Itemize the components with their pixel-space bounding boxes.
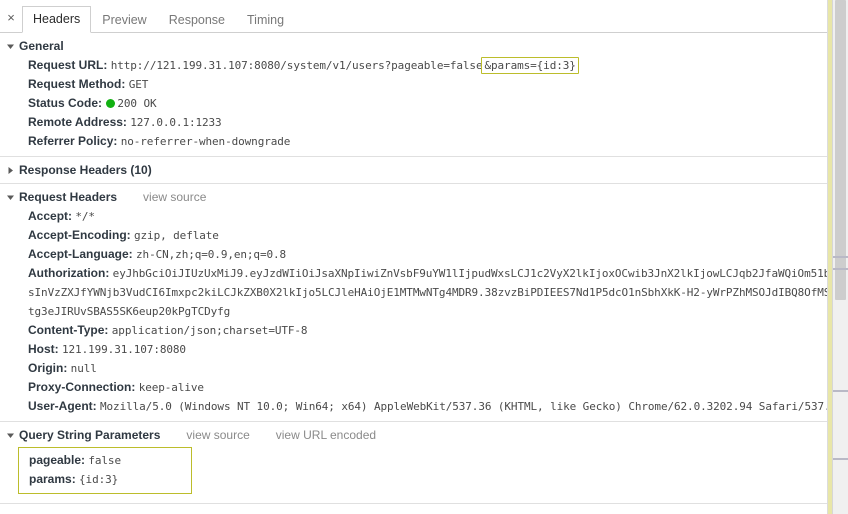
request-method-key: Request Method: <box>28 77 126 91</box>
section-response-headers-title: Response Headers (10) <box>19 163 152 177</box>
row-status-code: Status Code: 200 OK <box>0 94 848 113</box>
param-pageable-key: pageable: <box>29 453 86 467</box>
row-referrer-policy: Referrer Policy: no-referrer-when-downgr… <box>0 132 848 151</box>
user-agent-key: User-Agent: <box>28 399 97 413</box>
param-params-value: {id:3} <box>79 473 119 486</box>
close-icon[interactable]: × <box>0 4 22 30</box>
status-code-key: Status Code: <box>28 96 103 110</box>
referrer-policy-value: no-referrer-when-downgrade <box>120 135 291 148</box>
param-params-key: params: <box>29 472 76 486</box>
content-type-value: application/json;charset=UTF-8 <box>111 324 308 337</box>
tab-response[interactable]: Response <box>158 7 236 33</box>
row-remote-address: Remote Address: 127.0.0.1:1233 <box>0 113 848 132</box>
row-request-method: Request Method: GET <box>0 75 848 94</box>
section-request-headers-title: Request Headers <box>19 190 118 204</box>
request-url-value[interactable]: http://121.199.31.107:8080/system/v1/use… <box>111 59 483 72</box>
origin-value: null <box>70 362 97 375</box>
triangle-down-icon <box>6 431 15 440</box>
accept-language-value: zh-CN,zh;q=0.9,en;q=0.8 <box>136 248 287 261</box>
panel-tab-bar: × Headers Preview Response Timing <box>0 0 848 33</box>
proxy-connection-key: Proxy-Connection: <box>28 380 136 394</box>
query-params-highlight-box: pageable: false params: {id:3} <box>18 447 192 494</box>
param-pageable-value: false <box>88 454 121 467</box>
triangle-down-icon <box>6 193 15 202</box>
view-source-link-request-headers[interactable]: view source <box>143 189 206 205</box>
referrer-policy-key: Referrer Policy: <box>28 134 118 148</box>
authorization-value: eyJhbGciOiJIUzUxMiJ9.eyJzdWIiOiJsaXNpIiw… <box>28 267 844 318</box>
section-response-headers: Response Headers (10) <box>0 157 848 184</box>
row-accept: Accept: */* <box>0 207 848 226</box>
row-user-agent: User-Agent: Mozilla/5.0 (Windows NT 10.0… <box>0 397 848 416</box>
authorization-key: Authorization: <box>28 266 110 280</box>
headers-content: General Request URL: http://121.199.31.1… <box>0 33 848 514</box>
proxy-connection-value: keep-alive <box>138 381 204 394</box>
row-authorization: Authorization: eyJhbGciOiJIUzUxMiJ9.eyJz… <box>0 264 848 321</box>
tab-timing[interactable]: Timing <box>236 7 295 33</box>
section-query-string-parameters-header[interactable]: Query String Parameters view source view… <box>0 426 848 444</box>
section-response-headers-header[interactable]: Response Headers (10) <box>0 161 848 179</box>
section-general: General Request URL: http://121.199.31.1… <box>0 33 848 157</box>
view-source-link-query-params[interactable]: view source <box>186 427 249 443</box>
remote-address-key: Remote Address: <box>28 115 127 129</box>
row-proxy-connection: Proxy-Connection: keep-alive <box>0 378 848 397</box>
request-method-value: GET <box>128 78 149 91</box>
row-content-type: Content-Type: application/json;charset=U… <box>0 321 848 340</box>
section-query-string-parameters-title: Query String Parameters <box>19 428 161 442</box>
request-url-highlight[interactable]: &params={id:3} <box>481 57 579 74</box>
host-value: 121.199.31.107:8080 <box>62 343 186 356</box>
vertical-scrollbar[interactable] <box>832 0 848 514</box>
section-request-headers-header[interactable]: Request Headers view source <box>0 188 848 206</box>
row-origin: Origin: null <box>0 359 848 378</box>
accept-encoding-value: gzip, deflate <box>134 229 219 242</box>
triangle-right-icon <box>6 166 15 175</box>
section-general-header[interactable]: General <box>0 37 848 55</box>
row-host: Host: 121.199.31.107:8080 <box>0 340 848 359</box>
row-param-pageable: pageable: false <box>29 451 169 470</box>
remote-address-value: 127.0.0.1:1233 <box>130 116 222 129</box>
triangle-down-icon <box>6 42 15 51</box>
row-accept-encoding: Accept-Encoding: gzip, deflate <box>0 226 848 245</box>
row-accept-language: Accept-Language: zh-CN,zh;q=0.9,en;q=0.8 <box>0 245 848 264</box>
request-url-key: Request URL: <box>28 58 108 72</box>
tab-headers[interactable]: Headers <box>22 6 92 33</box>
status-code-value: 200 OK <box>117 97 157 110</box>
tab-preview[interactable]: Preview <box>91 7 157 33</box>
row-request-url: Request URL: http://121.199.31.107:8080/… <box>0 56 848 75</box>
status-ok-icon <box>106 99 116 108</box>
accept-key: Accept: <box>28 209 73 223</box>
section-request-headers: Request Headers view source Accept: */* … <box>0 184 848 422</box>
section-query-string-parameters: Query String Parameters view source view… <box>0 422 848 504</box>
accept-value: */* <box>75 210 95 223</box>
scrollbar-tickmark <box>833 268 848 270</box>
scrollbar-tickmark <box>833 256 848 258</box>
accept-encoding-key: Accept-Encoding: <box>28 228 131 242</box>
scrollbar-tickmark <box>833 458 848 460</box>
section-general-title: General <box>19 39 64 53</box>
accept-language-key: Accept-Language: <box>28 247 133 261</box>
view-url-encoded-link[interactable]: view URL encoded <box>276 427 376 443</box>
origin-key: Origin: <box>28 361 68 375</box>
scrollbar-thumb[interactable] <box>835 0 846 300</box>
row-param-params: params: {id:3} <box>29 470 169 489</box>
user-agent-value: Mozilla/5.0 (Windows NT 10.0; Win64; x64… <box>100 400 844 413</box>
content-type-key: Content-Type: <box>28 323 109 337</box>
scrollbar-tickmark <box>833 390 848 392</box>
host-key: Host: <box>28 342 59 356</box>
